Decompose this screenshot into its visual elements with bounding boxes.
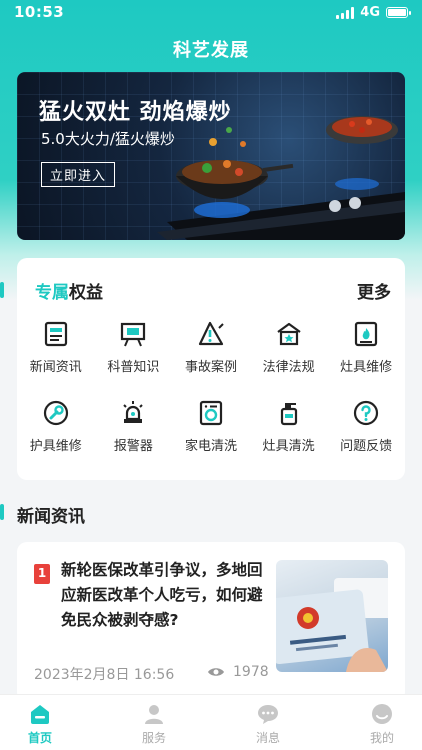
presentation-board-icon (121, 322, 146, 347)
section-marker (0, 504, 4, 520)
benefit-item-appliance-cleaning[interactable]: 家电清洗 (172, 399, 250, 454)
tab-label: 服务 (141, 731, 166, 745)
benefit-item-stove-repair[interactable]: 灶具维修 (327, 320, 405, 375)
question-icon (354, 400, 379, 426)
benefit-label: 新闻资讯 (29, 360, 82, 375)
benefit-label: 灶具维修 (340, 360, 393, 375)
benefit-label: 报警器 (113, 439, 153, 454)
tab-label: 我的 (369, 731, 394, 745)
profile-icon (372, 704, 392, 724)
news-views: 1978 (207, 664, 269, 680)
law-house-icon (276, 322, 301, 346)
spray-bottle-icon (280, 403, 297, 426)
signal-icon (336, 6, 355, 19)
benefit-label: 家电清洗 (184, 439, 237, 454)
eye-icon (208, 668, 224, 676)
benefit-item-accident[interactable]: 事故案例 (172, 320, 250, 375)
benefit-item-alarm[interactable]: 报警器 (95, 399, 173, 454)
tab-service[interactable]: 服务 (124, 695, 184, 750)
benefit-label: 问题反馈 (340, 439, 393, 454)
message-icon (258, 705, 278, 724)
news-card[interactable]: 1 新轮医保改革引争议，多地回应新医改革个人吃亏，如何避免民众被剥夺感? 202… (17, 542, 405, 702)
benefit-item-news[interactable]: 新闻资讯 (17, 320, 95, 375)
benefit-item-stove-cleaning[interactable]: 灶具清洗 (250, 399, 328, 454)
status-time: 10:53 (14, 3, 65, 21)
news-section-title: 新闻资讯 (17, 507, 85, 527)
banner-title: 猛火双灶 劲焰爆炒 (39, 100, 232, 125)
status-bar: 10:53 4G (0, 0, 422, 26)
home-icon (31, 705, 49, 724)
social-security-card-image (276, 578, 388, 672)
section-marker (0, 282, 4, 298)
news-view-count: 1978 (233, 664, 269, 680)
status-indicators: 4G (336, 5, 411, 20)
benefit-item-gear-repair[interactable]: 护具维修 (17, 399, 95, 454)
washing-machine-icon (199, 400, 223, 426)
bottom-tabbar: 首页 服务 消息 我的 (0, 694, 422, 750)
banner-subtitle: 5.0大火力/猛火爆炒 (41, 130, 175, 148)
battery-icon (386, 7, 411, 18)
benefits-title: 专属权益 (35, 278, 103, 303)
wrench-icon (43, 400, 68, 426)
tab-mine[interactable]: 我的 (352, 695, 412, 750)
benefits-more-link[interactable]: 更多 (357, 278, 391, 303)
benefit-label: 护具维修 (29, 439, 82, 454)
warning-icon (198, 321, 224, 346)
news-title[interactable]: 新轮医保改革引争议，多地回应新医改革个人吃亏，如何避免民众被剥夺感? (61, 558, 267, 633)
news-thumbnail[interactable] (276, 560, 388, 672)
benefit-label: 灶具清洗 (262, 439, 315, 454)
alarm-siren-icon (123, 401, 144, 423)
tab-label: 首页 (27, 731, 52, 745)
rank-badge: 1 (34, 564, 50, 584)
benefit-item-feedback[interactable]: 问题反馈 (327, 399, 405, 454)
promo-banner[interactable]: 猛火双灶 劲焰爆炒 5.0大火力/猛火爆炒 立即进入 (17, 72, 405, 240)
tab-label: 消息 (255, 731, 280, 745)
benefit-item-law[interactable]: 法律法规 (250, 320, 328, 375)
benefit-label: 事故案例 (184, 360, 237, 375)
benefits-title-rest: 权益 (69, 283, 103, 303)
page-title: 科艺发展 (173, 40, 249, 61)
news-icon (44, 321, 67, 347)
network-type: 4G (360, 5, 380, 20)
benefit-label: 科普知识 (107, 360, 160, 375)
benefits-card: 专属权益 更多 新闻资讯 科普知识 事故案例 法律法规 灶具维修 护具维修 报警… (17, 258, 405, 480)
tab-home[interactable]: 首页 (10, 695, 70, 750)
tab-message[interactable]: 消息 (238, 695, 298, 750)
user-icon (145, 705, 163, 724)
news-date: 2023年2月8日 16:56 (34, 667, 175, 683)
stove-flame-icon (355, 321, 378, 347)
benefit-label: 法律法规 (262, 360, 315, 375)
banner-enter-button[interactable]: 立即进入 (41, 162, 116, 187)
benefits-title-highlight: 专属 (35, 283, 69, 303)
benefits-grid: 新闻资讯 科普知识 事故案例 法律法规 灶具维修 护具维修 报警器 家电清洗 灶… (17, 320, 405, 454)
benefit-item-science[interactable]: 科普知识 (95, 320, 173, 375)
